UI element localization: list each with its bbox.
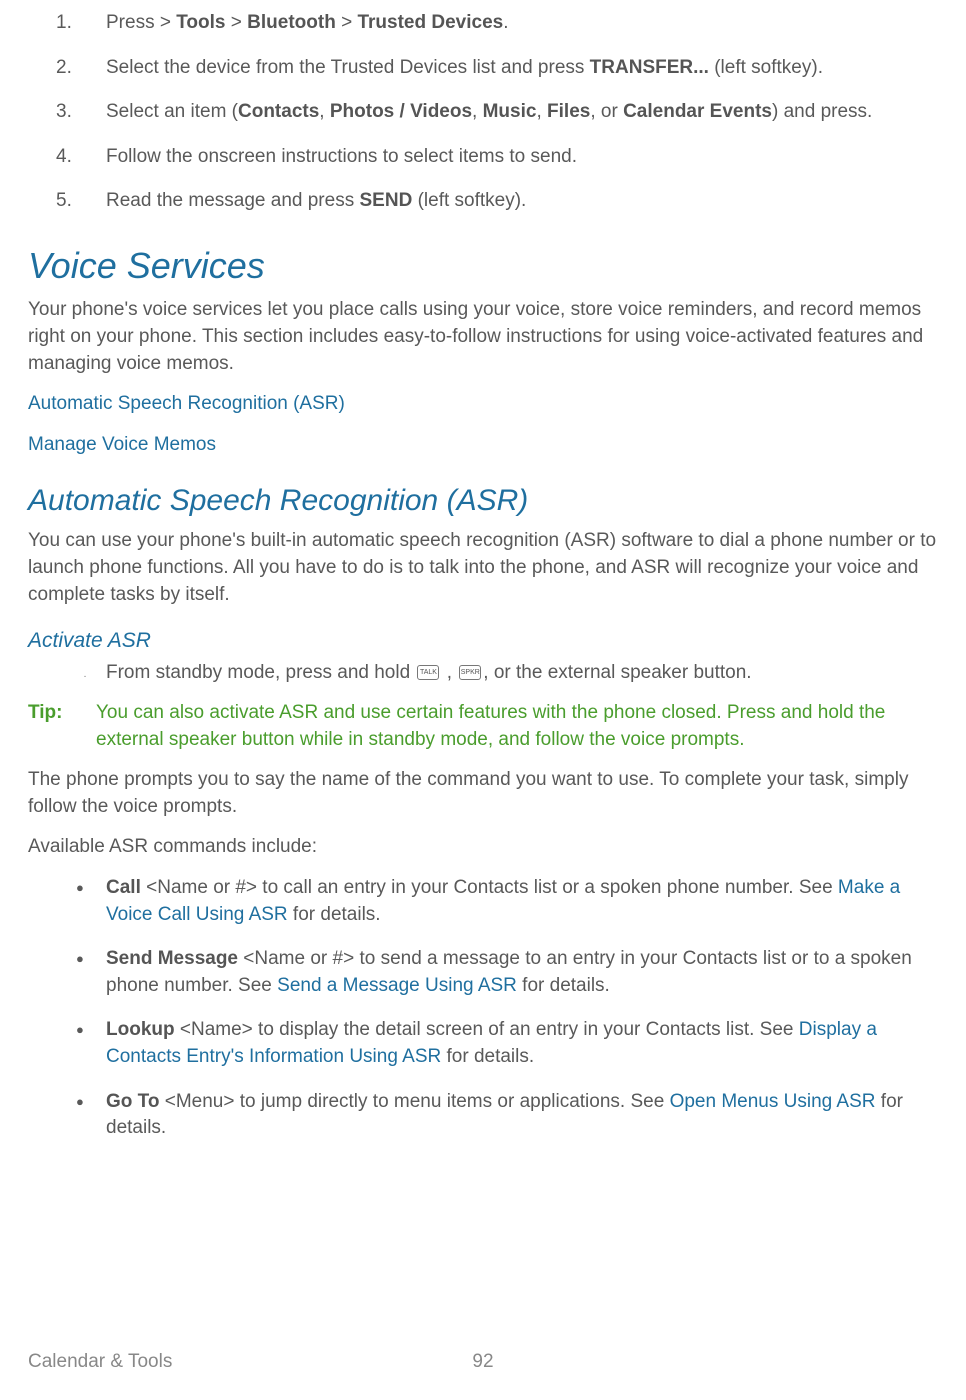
footer-section: Calendar & Tools — [28, 1349, 172, 1376]
after-tip-paragraph: The phone prompts you to say the name of… — [28, 767, 938, 820]
cmd-name: Send Message — [106, 948, 238, 969]
cmd-link[interactable]: Send a Message Using ASR — [277, 975, 517, 996]
bold: SEND — [360, 190, 413, 211]
text: . — [503, 12, 508, 33]
tip-body: You can also activate ASR and use certai… — [96, 700, 938, 753]
available-commands-hdr: Available ASR commands include: — [28, 834, 938, 861]
bold: Tools — [176, 12, 225, 33]
text: <Name or #> to call an entry in your Con… — [141, 877, 838, 898]
text: Select an item ( — [106, 101, 238, 122]
step-4: Follow the onscreen instructions to sele… — [76, 144, 938, 171]
bold: Calendar Events — [623, 101, 772, 122]
activate-asr-step: . From standby mode, press and hold TALK… — [64, 660, 938, 687]
text: Press > — [106, 12, 176, 33]
bold: Music — [483, 101, 537, 122]
step-3: Select an item (Contacts, Photos / Video… — [76, 99, 938, 126]
text: <Menu> to jump directly to menu items or… — [159, 1091, 669, 1112]
asr-intro: You can use your phone's built-in automa… — [28, 528, 938, 608]
step-body: From standby mode, press and hold TALK ,… — [106, 660, 752, 687]
cmd-name: Go To — [106, 1091, 159, 1112]
text: From standby mode, press and hold — [106, 662, 415, 683]
text: for details. — [517, 975, 610, 996]
bold: Bluetooth — [247, 12, 336, 33]
text: Follow the onscreen instructions to sele… — [106, 146, 577, 167]
heading-activate-asr: Activate ASR — [28, 626, 938, 655]
text: <Name> to display the detail screen of a… — [175, 1019, 799, 1040]
voice-services-intro: Your phone's voice services let you plac… — [28, 297, 938, 377]
numbered-steps: Press > Tools > Bluetooth > Trusted Devi… — [28, 10, 938, 215]
talk-key-icon: TALK — [417, 665, 439, 680]
toc-link-asr[interactable]: Automatic Speech Recognition (ASR) — [28, 391, 938, 418]
step-1: Press > Tools > Bluetooth > Trusted Devi… — [76, 10, 938, 37]
text: for details. — [441, 1046, 534, 1067]
cmd-link[interactable]: Open Menus Using ASR — [670, 1091, 876, 1112]
bold: Trusted Devices — [357, 12, 503, 33]
bold: TRANSFER... — [590, 57, 709, 78]
toc-link-memos[interactable]: Manage Voice Memos — [28, 432, 938, 459]
bold: Files — [547, 101, 590, 122]
list-item: Call <Name or #> to call an entry in you… — [76, 875, 938, 928]
step-marker-icon: . — [64, 660, 106, 687]
heading-voice-services: Voice Services — [28, 241, 938, 291]
cmd-name: Lookup — [106, 1019, 175, 1040]
list-item: Send Message <Name or #> to send a messa… — [76, 946, 938, 999]
list-item: Go To <Menu> to jump directly to menu it… — [76, 1089, 938, 1142]
step-2: Select the device from the Trusted Devic… — [76, 55, 938, 82]
tip-block: Tip: You can also activate ASR and use c… — [28, 700, 938, 753]
cmd-name: Call — [106, 877, 141, 898]
list-item: Lookup <Name> to display the detail scre… — [76, 1017, 938, 1070]
text: Select the device from the Trusted Devic… — [106, 57, 590, 78]
footer-page-number: 92 — [472, 1349, 493, 1376]
tip-label: Tip: — [28, 700, 96, 753]
asr-command-list: Call <Name or #> to call an entry in you… — [28, 875, 938, 1142]
text: ) and press. — [772, 101, 872, 122]
text: (left softkey). — [709, 57, 823, 78]
step-5: Read the message and press SEND (left so… — [76, 188, 938, 215]
text: , or the external speaker button. — [483, 662, 751, 683]
heading-asr: Automatic Speech Recognition (ASR) — [28, 480, 938, 522]
bold: Contacts — [238, 101, 319, 122]
page-footer: Calendar & Tools 92 — [28, 1349, 938, 1376]
text: Read the message and press — [106, 190, 360, 211]
text: (left softkey). — [412, 190, 526, 211]
text: for details. — [288, 904, 381, 925]
bold: Photos / Videos — [330, 101, 472, 122]
speaker-key-icon: SPKR — [459, 665, 481, 680]
